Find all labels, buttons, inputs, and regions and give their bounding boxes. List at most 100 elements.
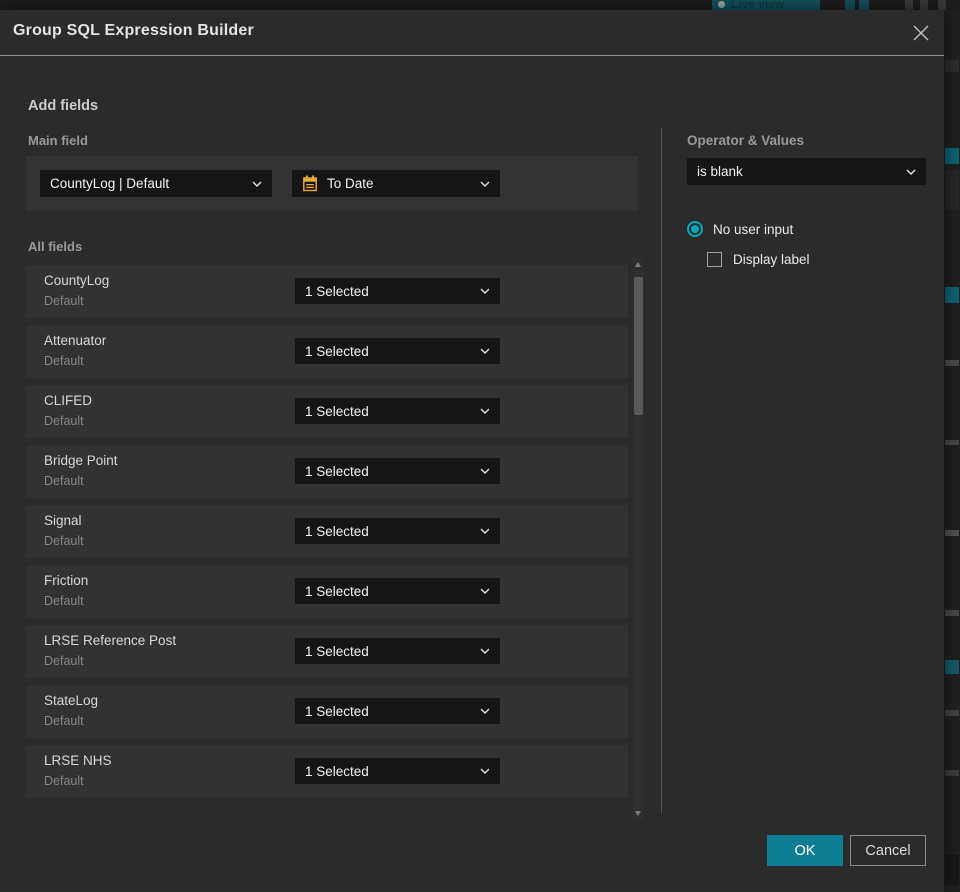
background-toolbar-icon [920, 0, 928, 10]
chevron-down-icon [480, 348, 490, 354]
field-name: LRSE NHS [44, 753, 112, 768]
dialog-title: Group SQL Expression Builder [13, 22, 254, 39]
chevron-down-icon [480, 588, 490, 594]
display-label-label: Display label [733, 252, 810, 267]
field-row: CountyLog Default 1 Selected [26, 265, 628, 318]
field-selected-value: 1 Selected [305, 703, 369, 719]
background-fragment [945, 360, 959, 366]
field-selected-value: 1 Selected [305, 463, 369, 479]
field-selected-dropdown[interactable]: 1 Selected [295, 638, 500, 664]
background-fragment [945, 287, 959, 303]
field-row: StateLog Default 1 Selected [26, 685, 628, 738]
group-sql-expression-builder-dialog: Group SQL Expression Builder Add fields … [0, 10, 944, 892]
all-fields-list: CountyLog Default 1 Selected Attenuator … [26, 265, 628, 805]
field-row: CLIFED Default 1 Selected [26, 385, 628, 438]
field-subtitle: Default [44, 534, 84, 548]
main-field-value-select[interactable]: To Date [292, 170, 500, 197]
chevron-down-icon [480, 181, 490, 187]
field-name: LRSE Reference Post [44, 633, 177, 648]
background-fragment [945, 148, 959, 164]
field-name: CLIFED [44, 393, 93, 408]
field-selected-dropdown[interactable]: 1 Selected [295, 578, 500, 604]
field-row: Friction Default 1 Selected [26, 565, 628, 618]
field-selected-value: 1 Selected [305, 763, 369, 779]
field-row: Bridge Point Default 1 Selected [26, 445, 628, 498]
no-user-input-label: No user input [713, 221, 794, 237]
background-fragment [945, 170, 959, 210]
chevron-down-icon [480, 468, 490, 474]
dialog-header: Group SQL Expression Builder [0, 10, 944, 56]
field-selected-dropdown[interactable]: 1 Selected [295, 518, 500, 544]
field-selected-value: 1 Selected [305, 523, 369, 539]
operator-select[interactable]: is blank [687, 158, 926, 185]
field-name: Attenuator [44, 333, 107, 348]
field-subtitle: Default [44, 594, 84, 608]
field-selected-value: 1 Selected [305, 343, 369, 359]
background-fragment [945, 440, 959, 445]
close-button[interactable] [909, 21, 933, 45]
background-app-toolbar: Live view [0, 0, 960, 10]
field-selected-value: 1 Selected [305, 643, 369, 659]
field-name: Friction [44, 573, 89, 588]
field-selected-dropdown[interactable]: 1 Selected [295, 758, 500, 784]
field-name: Signal [44, 513, 82, 528]
field-subtitle: Default [44, 354, 84, 368]
background-fragment [945, 530, 959, 536]
field-selected-value: 1 Selected [305, 283, 369, 299]
add-fields-heading: Add fields [28, 98, 99, 114]
field-row: Signal Default 1 Selected [26, 505, 628, 558]
cancel-button[interactable]: Cancel [850, 835, 926, 866]
ok-button[interactable]: OK [767, 835, 843, 866]
calendar-icon [302, 175, 318, 192]
live-view-badge: Live view [712, 0, 820, 10]
field-subtitle: Default [44, 414, 84, 428]
live-dot-icon [718, 1, 725, 8]
field-selected-dropdown[interactable]: 1 Selected [295, 278, 500, 304]
field-selected-value: 1 Selected [305, 583, 369, 599]
main-field-value-select-value: To Date [327, 176, 374, 191]
operator-values-heading: Operator & Values [687, 133, 805, 148]
checkbox-unchecked-icon [707, 252, 722, 267]
fields-list-scrollbar[interactable] [633, 258, 644, 820]
field-selected-dropdown[interactable]: 1 Selected [295, 398, 500, 424]
background-fragment [945, 855, 959, 885]
background-toolbar-icon [905, 0, 913, 10]
field-subtitle: Default [44, 294, 84, 308]
display-label-checkbox[interactable]: Display label [707, 252, 810, 267]
field-selected-value: 1 Selected [305, 403, 369, 419]
scrollbar-up-arrow[interactable] [635, 262, 641, 267]
field-subtitle: Default [44, 714, 84, 728]
all-fields-label: All fields [28, 239, 83, 254]
field-row: LRSE NHS Default 1 Selected [26, 745, 628, 798]
scrollbar-down-arrow[interactable] [635, 811, 641, 816]
chevron-down-icon [480, 768, 490, 774]
field-name: StateLog [44, 693, 99, 708]
chevron-down-icon [480, 528, 490, 534]
chevron-down-icon [252, 181, 262, 187]
main-field-container: CountyLog | Default To Date [26, 156, 638, 211]
field-row: Attenuator Default 1 Selected [26, 325, 628, 378]
chevron-down-icon [480, 648, 490, 654]
field-selected-dropdown[interactable]: 1 Selected [295, 338, 500, 364]
field-row: LRSE Reference Post Default 1 Selected [26, 625, 628, 678]
live-view-label: Live view [731, 0, 785, 10]
main-field-select-value: CountyLog | Default [50, 176, 170, 191]
chevron-down-icon [480, 708, 490, 714]
background-toolbar-icon [845, 0, 855, 10]
background-fragment [945, 660, 959, 674]
no-user-input-radio[interactable]: No user input [687, 221, 793, 237]
scrollbar-thumb[interactable] [634, 277, 643, 415]
background-fragment [945, 770, 959, 776]
radio-selected-icon [687, 221, 703, 237]
field-selected-dropdown[interactable]: 1 Selected [295, 458, 500, 484]
field-subtitle: Default [44, 474, 84, 488]
main-field-select[interactable]: CountyLog | Default [40, 170, 272, 197]
background-toolbar-icon [859, 0, 869, 10]
field-name: Bridge Point [44, 453, 118, 468]
background-fragment [945, 60, 959, 72]
close-icon [913, 25, 929, 41]
chevron-down-icon [480, 288, 490, 294]
chevron-down-icon [480, 408, 490, 414]
field-subtitle: Default [44, 654, 84, 668]
field-selected-dropdown[interactable]: 1 Selected [295, 698, 500, 724]
